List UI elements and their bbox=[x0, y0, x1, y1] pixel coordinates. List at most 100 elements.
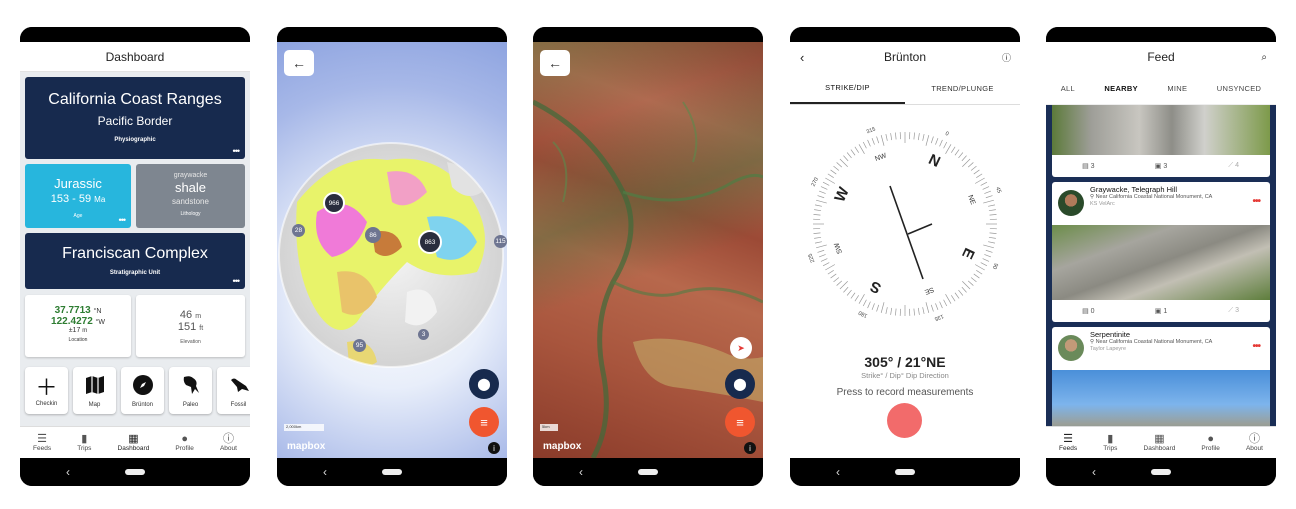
more-icon[interactable]: ••• bbox=[1252, 341, 1260, 352]
map-cluster[interactable]: 115 bbox=[494, 235, 507, 248]
brunton-button[interactable]: Brünton bbox=[121, 367, 164, 414]
home-pill[interactable] bbox=[1151, 469, 1171, 475]
more-icon[interactable]: ••• bbox=[1252, 196, 1260, 207]
search-icon[interactable]: ⌕ bbox=[1261, 52, 1267, 63]
globe[interactable] bbox=[277, 42, 507, 458]
post-photo bbox=[1052, 105, 1270, 155]
tab-nearby[interactable]: NEARBY bbox=[1104, 84, 1137, 93]
record-button[interactable] bbox=[887, 403, 922, 438]
fossil-button[interactable]: Fossil bbox=[217, 367, 250, 414]
menu-button[interactable]: ≡ bbox=[469, 407, 499, 437]
nav-about[interactable]: ⓘ About bbox=[1246, 433, 1263, 452]
compass-tick bbox=[836, 280, 843, 286]
hammer-icon: ⟋ bbox=[1228, 307, 1234, 314]
compass-reset-button[interactable]: ➤ bbox=[730, 337, 752, 359]
compass-tick bbox=[974, 177, 985, 184]
feed-card[interactable]: ▤ 3 ▣ 3 ⟋ 4 bbox=[1052, 105, 1270, 177]
info-icon[interactable]: i bbox=[744, 442, 756, 454]
nav-dashboard[interactable]: ▦ Dashboard bbox=[1144, 433, 1176, 452]
more-icon[interactable]: ••• bbox=[233, 146, 241, 156]
system-back-icon[interactable]: ‹ bbox=[579, 465, 583, 479]
feed-card[interactable]: Serpentinite ⚲ Near California Coastal N… bbox=[1052, 327, 1270, 426]
location-button[interactable]: ⬤ bbox=[469, 369, 499, 399]
map-cluster[interactable]: 863 bbox=[418, 230, 442, 254]
elevation-card[interactable]: 46 m 151 ft Elevation bbox=[136, 295, 245, 357]
compass-tick bbox=[825, 264, 836, 271]
tab-all[interactable]: ALL bbox=[1061, 84, 1075, 93]
system-back-icon[interactable]: ‹ bbox=[1092, 465, 1096, 479]
back-button[interactable]: ← bbox=[540, 50, 570, 76]
compass-tick bbox=[814, 209, 822, 212]
back-chevron-icon[interactable]: ‹ bbox=[800, 50, 804, 65]
menu-button[interactable]: ≡ bbox=[725, 407, 755, 437]
physiographic-card[interactable]: California Coast Ranges Pacific Border P… bbox=[25, 77, 245, 159]
map-cluster[interactable]: 3 bbox=[418, 329, 429, 340]
post-header: Serpentinite ⚲ Near California Coastal N… bbox=[1090, 330, 1242, 352]
home-pill[interactable] bbox=[125, 469, 145, 475]
notes-icon: ▤ bbox=[1082, 308, 1089, 315]
feed-list[interactable]: ▤ 3 ▣ 3 ⟋ 4 Graywacke, Telegraph Hill ⚲ … bbox=[1046, 105, 1276, 426]
tab-unsynced[interactable]: UNSYNCED bbox=[1217, 84, 1262, 93]
physiographic-label: Physiographic bbox=[114, 137, 156, 143]
compass-tick bbox=[943, 299, 948, 307]
measurements-count[interactable]: ⟋ 4 bbox=[1197, 162, 1270, 170]
location-button[interactable]: ⬤ bbox=[725, 369, 755, 399]
location-card[interactable]: 37.7713 °N 122.4272 °W ±17 m Location bbox=[25, 295, 131, 357]
measurements-count[interactable]: ⟋ 3 bbox=[1197, 307, 1270, 315]
home-pill[interactable] bbox=[895, 469, 915, 475]
system-nav: ‹ bbox=[533, 458, 763, 486]
dashboard-screen: Dashboard California Coast Ranges Pacifi… bbox=[20, 42, 250, 458]
nav-about[interactable]: ⓘ About bbox=[220, 433, 237, 452]
lithology-card[interactable]: graywacke shale sandstone Lithology bbox=[136, 164, 245, 228]
tab-mine[interactable]: MINE bbox=[1167, 84, 1187, 93]
nav-feeds[interactable]: ☰ Feeds bbox=[33, 433, 51, 452]
compass-tick bbox=[985, 249, 993, 253]
back-button[interactable]: ← bbox=[284, 50, 314, 76]
help-icon[interactable]: ⓘ bbox=[1002, 51, 1011, 64]
notes-count[interactable]: ▤ 3 bbox=[1052, 162, 1125, 170]
arrow-left-icon: ← bbox=[292, 55, 306, 71]
info-icon[interactable]: i bbox=[488, 442, 500, 454]
age-card[interactable]: Jurassic 153 - 59 Ma Age ••• bbox=[25, 164, 131, 228]
map-cluster[interactable]: 966 bbox=[323, 192, 345, 214]
paleo-button[interactable]: Paleo bbox=[169, 367, 212, 414]
tab-strike-dip[interactable]: STRIKE/DIP bbox=[790, 72, 905, 104]
more-icon[interactable]: ••• bbox=[233, 276, 241, 286]
nav-profile[interactable]: ● Profile bbox=[175, 433, 193, 452]
feed-card[interactable]: Graywacke, Telegraph Hill ⚲ Near Califor… bbox=[1052, 182, 1270, 322]
tab-trend-plunge[interactable]: TREND/PLUNGE bbox=[905, 72, 1020, 104]
system-back-icon[interactable]: ‹ bbox=[66, 465, 70, 479]
compass-tick bbox=[973, 169, 980, 175]
more-icon[interactable]: ••• bbox=[119, 215, 127, 225]
notes-count[interactable]: ▤ 0 bbox=[1052, 307, 1125, 315]
system-back-icon[interactable]: ‹ bbox=[836, 465, 840, 479]
home-pill[interactable] bbox=[638, 469, 658, 475]
nav-trips[interactable]: ▮ Trips bbox=[1103, 433, 1117, 452]
photos-count[interactable]: ▣ 1 bbox=[1125, 307, 1198, 315]
home-pill[interactable] bbox=[382, 469, 402, 475]
phone-feed: Feed ⌕ ALL NEARBY MINE UNSYNCED ▤ 3 ▣ 3 … bbox=[1046, 27, 1276, 486]
photos-count[interactable]: ▣ 3 bbox=[1125, 162, 1198, 170]
map-button[interactable]: Map bbox=[73, 367, 116, 414]
nav-trips[interactable]: ▮ Trips bbox=[77, 433, 91, 452]
map-cluster[interactable]: 95 bbox=[353, 339, 366, 352]
bookmark-icon: ▮ bbox=[81, 433, 88, 445]
page-title: Brünton bbox=[883, 50, 927, 64]
compass-tick bbox=[816, 199, 827, 204]
elevation-label: Elevation bbox=[180, 339, 201, 345]
stratigraphic-card[interactable]: Franciscan Complex Stratigraphic Unit ••… bbox=[25, 233, 245, 289]
map-cluster[interactable]: 86 bbox=[365, 227, 381, 243]
compass-tick bbox=[961, 155, 967, 162]
nav-profile[interactable]: ● Profile bbox=[1201, 433, 1219, 452]
system-back-icon[interactable]: ‹ bbox=[323, 465, 327, 479]
grid-icon: ▦ bbox=[1154, 433, 1165, 445]
nav-feeds[interactable]: ☰ Feeds bbox=[1059, 433, 1077, 452]
compass-tick bbox=[980, 181, 988, 186]
nav-dashboard[interactable]: ▦ Dashboard bbox=[118, 433, 150, 452]
checkin-button[interactable]: ＋ Checkin bbox=[25, 367, 68, 414]
map-cluster[interactable]: 28 bbox=[292, 224, 305, 237]
compass-tick bbox=[830, 169, 837, 175]
compass-tick bbox=[976, 173, 983, 178]
avatar[interactable] bbox=[1058, 335, 1084, 361]
avatar[interactable] bbox=[1058, 190, 1084, 216]
